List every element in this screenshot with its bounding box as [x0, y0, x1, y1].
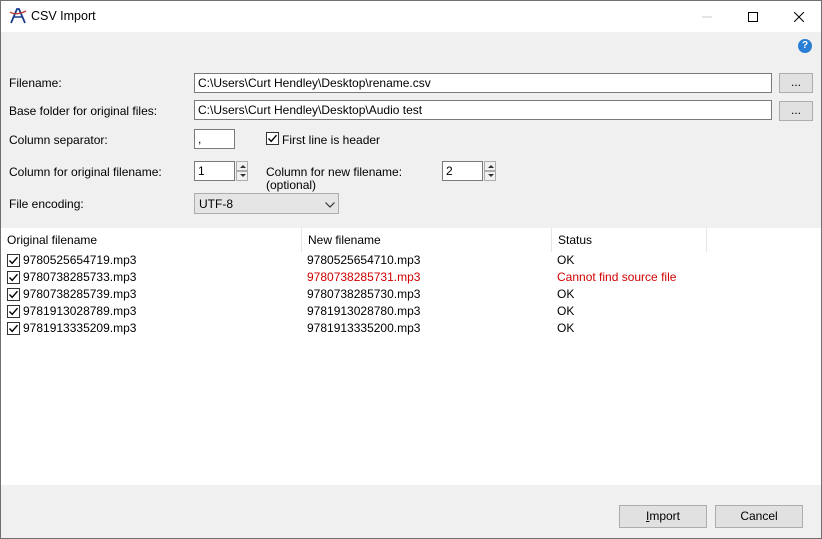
column-new-spinner[interactable] [484, 161, 496, 181]
minimize-button[interactable] [684, 1, 730, 32]
new-filename-cell: 9780525654710.mp3 [307, 253, 421, 267]
checkmark-icon [8, 307, 19, 316]
row-checkbox[interactable] [7, 254, 20, 267]
original-filename-cell: 9780525654719.mp3 [23, 253, 137, 267]
help-icon[interactable]: ? [798, 39, 812, 53]
import-button[interactable]: Import [619, 505, 707, 528]
close-icon [794, 11, 804, 22]
app-logo-icon [9, 8, 27, 24]
checkmark-icon [8, 290, 19, 299]
base-folder-input[interactable]: C:\Users\Curt Hendley\Desktop\Audio test [194, 100, 772, 120]
row-checkbox[interactable] [7, 322, 20, 335]
checkmark-icon [8, 324, 19, 333]
spin-down-button[interactable] [236, 171, 248, 181]
filename-label: Filename: [9, 76, 62, 90]
status-cell: OK [557, 304, 575, 318]
column-new-optional-label: (optional) [266, 178, 317, 192]
list-item[interactable]: 9780525654719.mp3 9780525654710.mp3 OK [1, 252, 821, 269]
file-list[interactable]: Original filename New filename Status 97… [1, 228, 821, 485]
new-filename-cell: 9781913028780.mp3 [307, 304, 421, 318]
status-cell: OK [557, 287, 575, 301]
new-filename-cell: 9780738285731.mp3 [307, 270, 421, 284]
cancel-button[interactable]: Cancel [715, 505, 803, 528]
base-folder-browse-button[interactable]: ... [779, 101, 813, 121]
arrow-up-icon [488, 165, 494, 168]
column-separator-input[interactable]: , [194, 129, 235, 149]
spin-up-button[interactable] [484, 161, 496, 171]
row-checkbox[interactable] [7, 305, 20, 318]
original-filename-cell: 9780738285733.mp3 [23, 270, 137, 284]
import-button-label: Import [645, 509, 681, 523]
column-original-input[interactable]: 1 [194, 161, 235, 181]
original-filename-cell: 9780738285739.mp3 [23, 287, 137, 301]
title-bar: CSV Import [1, 1, 821, 32]
original-filename-cell: 9781913028789.mp3 [23, 304, 137, 318]
column-original-spinner[interactable] [236, 161, 248, 181]
spin-down-button[interactable] [484, 171, 496, 181]
chevron-down-icon [325, 202, 335, 208]
list-item[interactable]: 9781913335209.mp3 9781913335200.mp3 OK [1, 320, 821, 337]
first-line-header-checkbox[interactable] [266, 132, 279, 145]
spin-up-button[interactable] [236, 161, 248, 171]
arrow-up-icon [240, 165, 246, 168]
column-header-status[interactable]: Status [552, 228, 707, 252]
filename-browse-button[interactable]: ... [779, 73, 813, 93]
column-new-label: Column for new filename: [266, 165, 403, 179]
arrow-down-icon [488, 174, 494, 177]
column-new-input[interactable]: 2 [442, 161, 483, 181]
close-button[interactable] [776, 1, 821, 32]
column-separator-label: Column separator: [9, 133, 108, 147]
window-title: CSV Import [31, 9, 96, 23]
file-encoding-value: UTF-8 [199, 197, 233, 211]
list-item[interactable]: 9780738285733.mp3 9780738285731.mp3 Cannot… [1, 269, 821, 286]
file-encoding-label: File encoding: [9, 197, 84, 211]
checkmark-icon [267, 134, 278, 143]
new-filename-cell: 9780738285730.mp3 [307, 287, 421, 301]
status-cell: Cannot find source file [557, 270, 677, 284]
list-item[interactable]: 9781913028789.mp3 9781913028780.mp3 OK [1, 303, 821, 320]
column-original-label: Column for original filename: [9, 165, 162, 179]
status-cell: OK [557, 253, 575, 267]
first-line-header-label: First line is header [282, 133, 381, 147]
status-cell: OK [557, 321, 575, 335]
maximize-icon [748, 11, 758, 22]
column-header-new[interactable]: New filename [302, 228, 552, 252]
original-filename-cell: 9781913335209.mp3 [23, 321, 137, 335]
csv-import-dialog: CSV Import ? Filename: C:\Users\Curt Hen… [0, 0, 822, 539]
minimize-icon [702, 16, 712, 17]
base-folder-label: Base folder for original files: [9, 104, 158, 118]
checkmark-icon [8, 273, 19, 282]
column-header-original[interactable]: Original filename [1, 228, 302, 252]
row-checkbox[interactable] [7, 271, 20, 284]
list-item[interactable]: 9780738285739.mp3 9780738285730.mp3 OK [1, 286, 821, 303]
list-header: Original filename New filename Status [1, 228, 821, 252]
filename-input[interactable]: C:\Users\Curt Hendley\Desktop\rename.csv [194, 73, 772, 93]
new-filename-cell: 9781913335200.mp3 [307, 321, 421, 335]
file-encoding-select[interactable]: UTF-8 [194, 193, 339, 214]
maximize-button[interactable] [730, 1, 776, 32]
arrow-down-icon [240, 174, 246, 177]
checkmark-icon [8, 256, 19, 265]
row-checkbox[interactable] [7, 288, 20, 301]
